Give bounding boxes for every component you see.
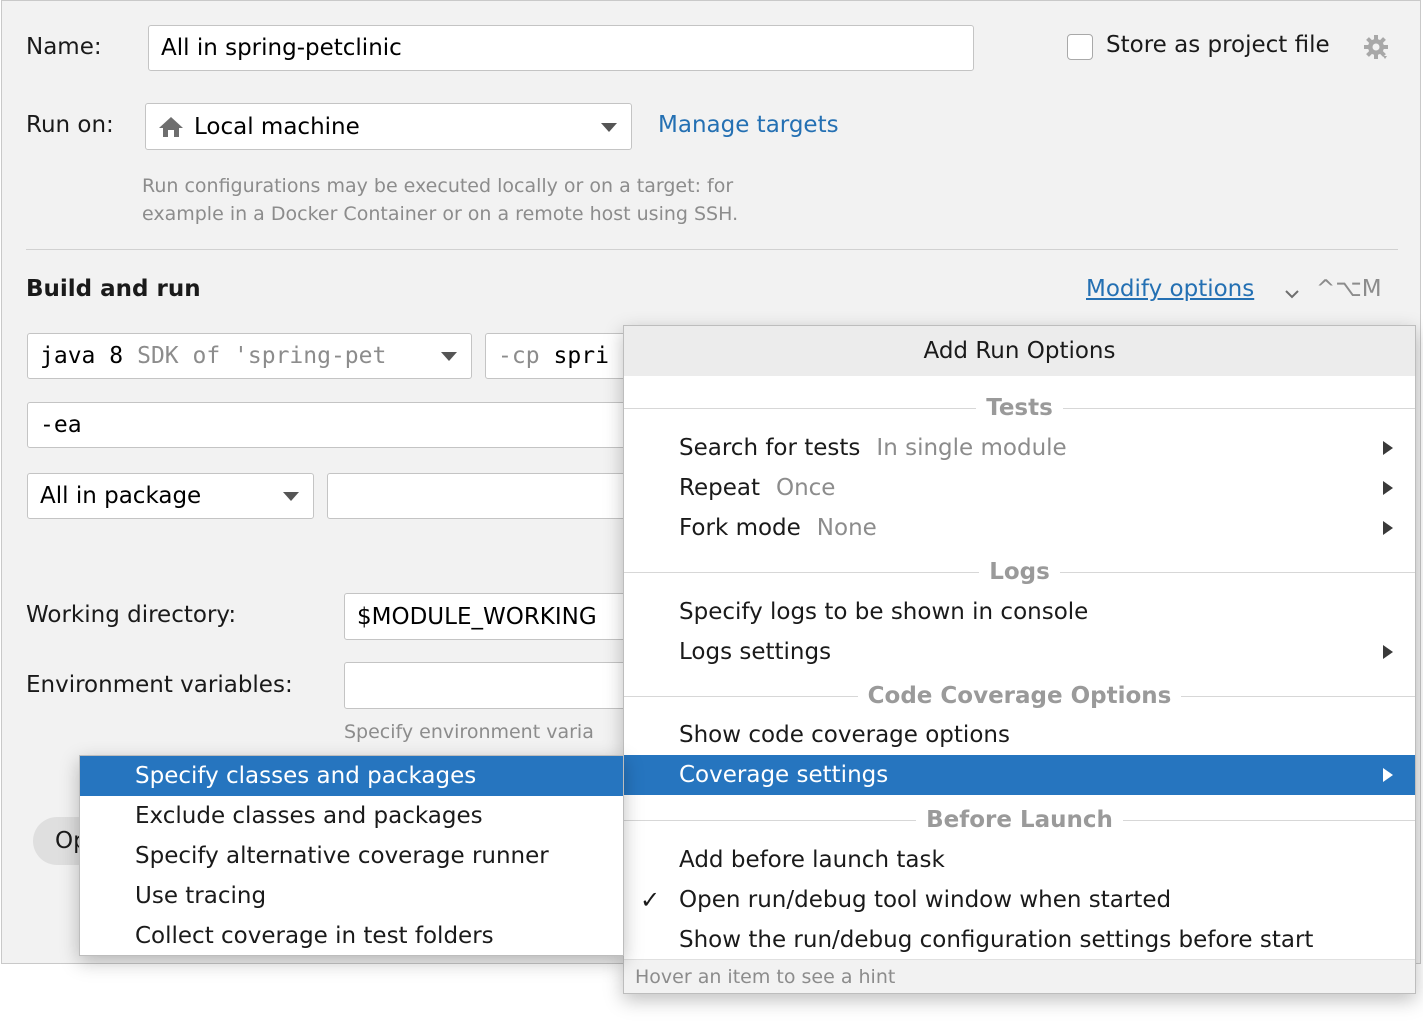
section-separator-code-coverage: Code Coverage Options [624,681,1415,711]
menu-item-search-for-tests[interactable]: Search for tests In single module [624,428,1415,468]
run-on-label: Run on: [26,112,114,138]
section-separator-before-launch: Before Launch [624,805,1416,835]
store-as-project-file-label: Store as project file [1106,32,1330,58]
cp-value: spri [553,343,609,369]
chevron-down-icon [441,352,457,361]
chevron-right-icon [1383,645,1393,659]
menu-item-add-before-launch-task[interactable]: Add before launch task [624,840,1415,880]
submenu-item-collect-coverage-test-folders[interactable]: Collect coverage in test folders [80,916,623,956]
menu-item-logs-settings[interactable]: Logs settings [624,632,1415,672]
manage-targets-link[interactable]: Manage targets [658,112,839,138]
submenu-item-specify-classes[interactable]: Specify classes and packages [80,756,623,796]
working-directory-label: Working directory: [26,602,237,628]
name-label: Name: [26,34,102,60]
section-title: Build and run [26,276,201,302]
test-kind-value: All in package [40,483,202,509]
cp-flag: -cp [498,343,540,369]
menu-item-repeat[interactable]: Repeat Once [624,468,1415,508]
run-on-value: Local machine [194,113,360,140]
jdk-dropdown[interactable]: java 8 SDK of 'spring-pet [27,333,472,379]
menu-item-specify-logs[interactable]: Specify logs to be shown in console [624,592,1415,632]
menu-item-open-tool-window[interactable]: ✓ Open run/debug tool window when starte… [624,880,1415,920]
jdk-sub: SDK of 'spring-pet [137,343,387,369]
run-on-hint-line-2: example in a Docker Container or on a re… [142,203,739,225]
menu-item-show-settings-before-start[interactable]: Show the run/debug configuration setting… [624,920,1415,960]
popup-hint: Hover an item to see a hint [624,959,1415,993]
popup-title: Add Run Options [624,326,1415,376]
divider [26,249,1398,250]
gear-icon[interactable] [1363,34,1391,62]
vm-options-field[interactable]: -ea [27,402,687,448]
menu-item-fork-mode[interactable]: Fork mode None [624,508,1415,548]
menu-item-coverage-settings[interactable]: Coverage settings [624,755,1415,795]
section-separator-tests: Tests [624,393,1416,423]
test-kind-dropdown[interactable]: All in package [27,473,314,519]
chevron-right-icon [1383,481,1393,495]
coverage-settings-submenu: Specify classes and packages Exclude cla… [79,755,624,956]
store-as-project-file-checkbox[interactable] [1067,34,1093,60]
submenu-item-use-tracing[interactable]: Use tracing [80,876,623,916]
name-field[interactable]: All in spring-petclinic [148,25,974,71]
add-run-options-popup: Add Run Options Tests Search for tests I… [623,325,1416,994]
environment-variables-label: Environment variables: [26,672,293,698]
chevron-down-icon [283,492,299,501]
submenu-item-exclude-classes[interactable]: Exclude classes and packages [80,796,623,836]
menu-item-show-code-coverage-options[interactable]: Show code coverage options [624,715,1415,755]
run-on-hint-line-1: Run configurations may be executed local… [142,175,734,197]
environment-variables-hint: Specify environment varia [344,721,594,743]
chevron-down-icon [601,122,617,132]
chevron-down-icon[interactable] [1284,285,1300,299]
chevron-right-icon [1383,441,1393,455]
checkmark-icon: ✓ [640,886,661,914]
submenu-item-alternative-runner[interactable]: Specify alternative coverage runner [80,836,623,876]
modify-options-link[interactable]: Modify options [1086,276,1254,302]
chevron-right-icon [1383,768,1393,782]
run-on-dropdown[interactable]: Local machine [145,103,632,150]
home-icon [158,115,184,139]
chevron-right-icon [1383,521,1393,535]
modify-options-shortcut: ^⌥M [1316,276,1382,302]
jdk-main: java 8 [40,343,124,369]
section-separator-logs: Logs [624,557,1415,587]
